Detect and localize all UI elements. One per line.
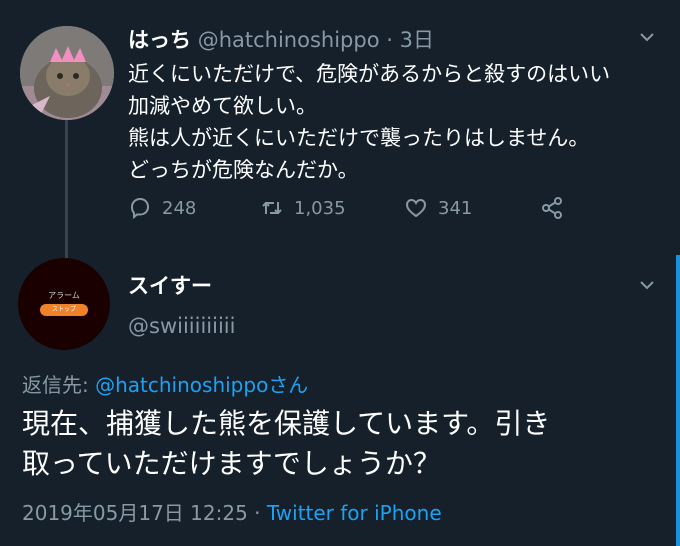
tweet1-author-handle[interactable]: @hatchinoshippo — [198, 28, 380, 52]
tweet1-text: 近くにいただけで、危険があるからと殺すのはいい 加減やめて欲しい。 熊は人が近く… — [128, 58, 668, 186]
reply-icon — [130, 197, 150, 220]
tweet2-text: 現在、捕獲した熊を保護しています。引き 取っていただけますでしょうか？ — [22, 404, 662, 484]
like-button[interactable]: 341 — [404, 196, 472, 220]
retweet-count: 1,035 — [294, 197, 346, 219]
scrollbar[interactable] — [676, 255, 680, 546]
replying-to: 返信先: @hatchinoshippoさん — [22, 369, 308, 398]
tweet1-actions: 248 1,035 341 — [128, 196, 578, 222]
chevron-down-icon[interactable] — [638, 28, 656, 51]
separator-dot: · — [247, 501, 267, 525]
share-button[interactable] — [540, 196, 564, 220]
tweet2-timestamp[interactable]: 2019年05月17日 12:25 — [22, 501, 248, 525]
tweet2-author-name[interactable]: スイすー — [128, 270, 212, 300]
tweet2-line: 現在、捕獲した熊を保護しています。引き — [22, 407, 551, 440]
tweet2-author-handle[interactable]: @swiiiiiiiiii — [128, 314, 235, 338]
reply-button[interactable]: 248 — [128, 196, 196, 220]
tweet1-line: 加減やめて欲しい。 — [128, 94, 317, 118]
tweet1-header: はっち @hatchinoshippo · 3日 — [128, 24, 434, 54]
replying-prefix: 返信先: — [22, 373, 96, 397]
tweet1-time[interactable]: 3日 — [400, 28, 434, 52]
tweet2-line: 取っていただけますでしょうか？ — [22, 447, 441, 480]
retweet-icon — [262, 201, 282, 215]
replying-to-link[interactable]: @hatchinoshippoさん — [95, 373, 308, 397]
avatar-stop-button-graphic: ストップ — [40, 304, 88, 316]
retweet-button[interactable]: 1,035 — [260, 196, 346, 220]
avatar-alarm-text: アラーム — [48, 291, 80, 300]
reply-count: 248 — [162, 197, 197, 219]
avatar-swiiiiiiiiii[interactable]: アラーム ストップ — [18, 258, 110, 350]
like-icon — [405, 198, 427, 218]
thread-connector-line — [65, 112, 68, 260]
tweet1-line: どっちが危険なんだか。 — [128, 158, 359, 182]
share-icon — [542, 197, 562, 219]
like-count: 341 — [438, 197, 473, 219]
tweet2-meta: 2019年05月17日 12:25 · Twitter for iPhone — [22, 497, 442, 526]
separator-dot: · — [386, 28, 393, 52]
tweet2-source-link[interactable]: Twitter for iPhone — [267, 501, 442, 525]
tweet1-line: 熊は人が近くにいただけで襲ったりはしません。 — [128, 126, 590, 150]
tweet1-line: 近くにいただけで、危険があるからと殺すのはいい — [128, 62, 611, 86]
avatar-hatchinoshippo[interactable] — [20, 26, 114, 120]
chevron-down-icon[interactable] — [638, 276, 656, 299]
tweet1-author-name[interactable]: はっち — [128, 28, 191, 52]
